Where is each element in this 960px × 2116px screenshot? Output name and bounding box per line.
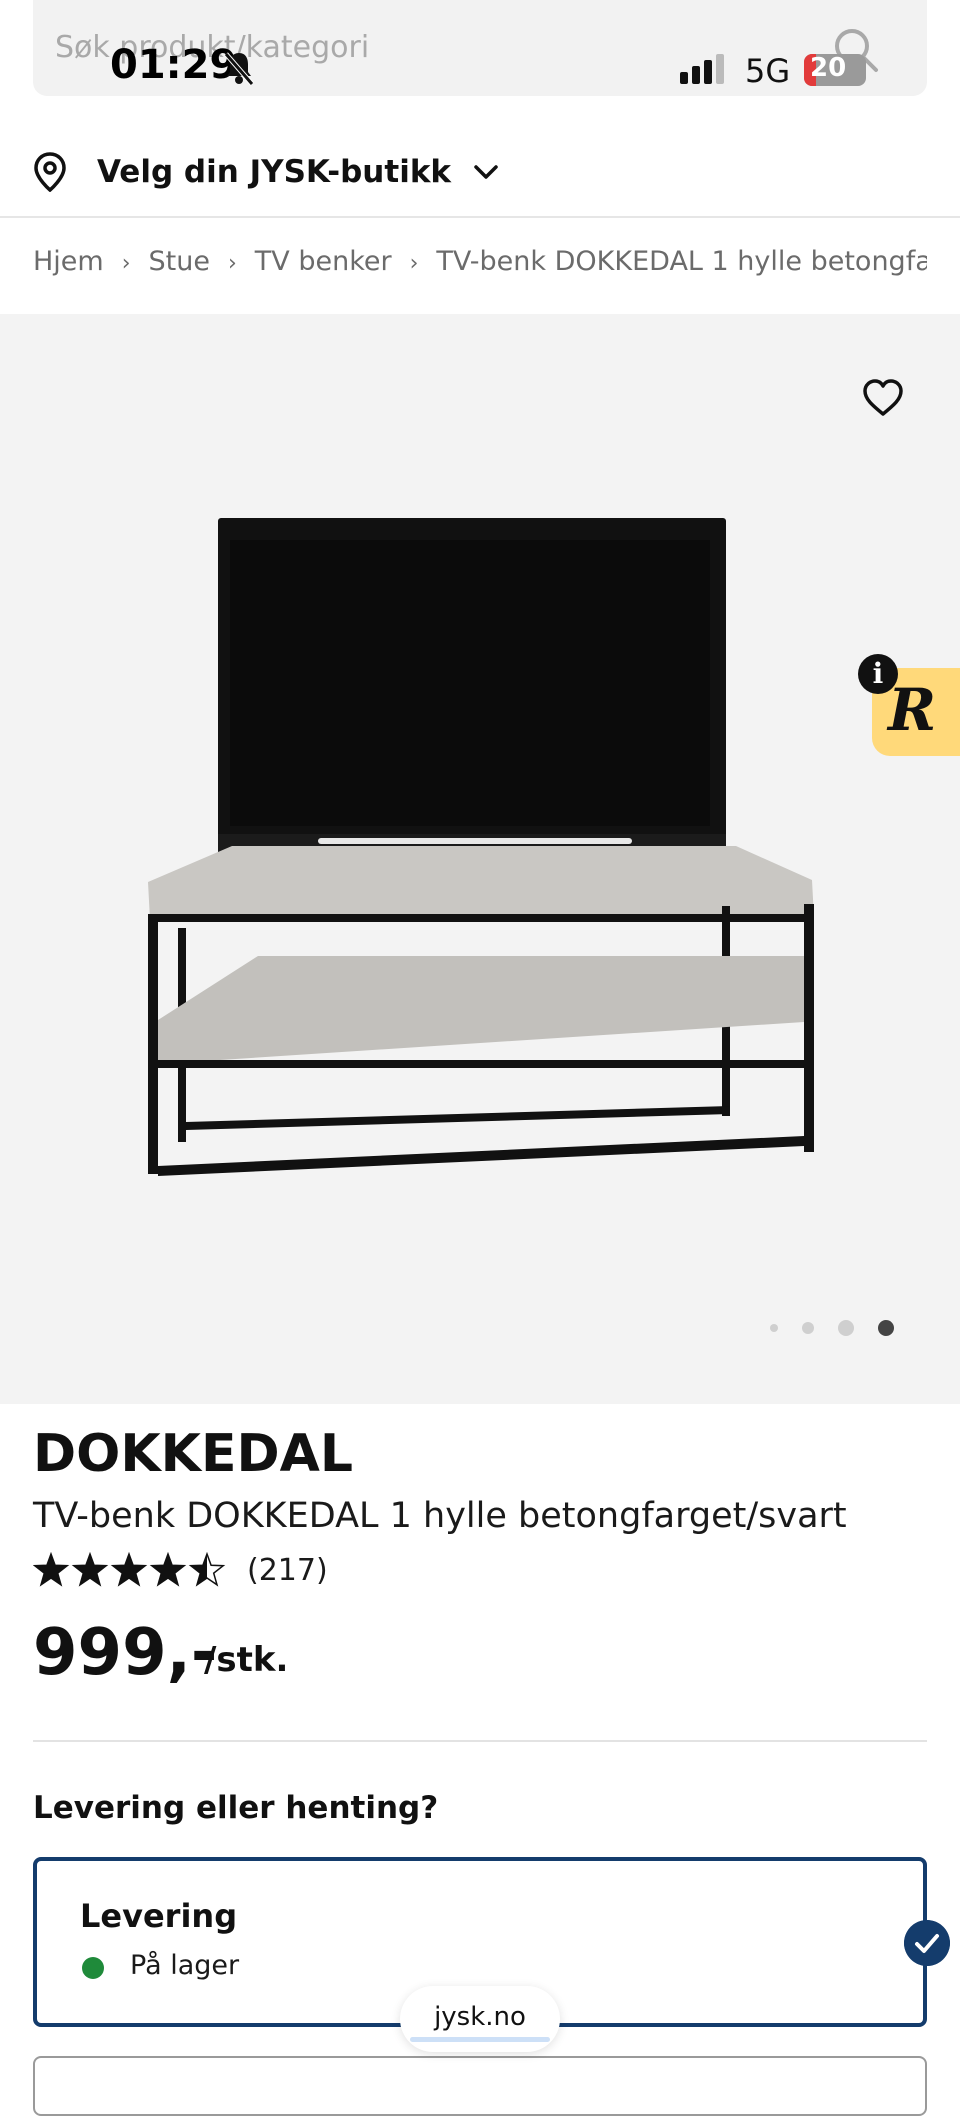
breadcrumb-item-tv-benches[interactable]: TV benker <box>255 246 392 277</box>
section-divider <box>33 1740 927 1742</box>
star-icon <box>71 1552 109 1587</box>
product-price: 999,- <box>33 1616 218 1690</box>
store-selector[interactable]: Velg din JYSK-butikk <box>33 150 499 194</box>
browser-address-pill[interactable]: jysk.no <box>400 1986 560 2052</box>
product-brand: DOKKEDAL <box>33 1424 354 1484</box>
gallery-dot-active[interactable] <box>878 1320 894 1336</box>
review-count[interactable]: (217) <box>247 1553 328 1588</box>
rating-stars <box>33 1552 226 1587</box>
breadcrumb-item-living-room[interactable]: Stue <box>149 246 210 277</box>
page-load-progress <box>410 2037 550 2042</box>
signal-icon <box>680 54 728 84</box>
info-icon[interactable]: i <box>858 654 898 694</box>
breadcrumb-separator-icon: › <box>121 251 131 276</box>
product-image <box>148 518 814 1176</box>
location-pin-icon <box>34 152 66 192</box>
gallery-dot[interactable] <box>770 1324 778 1332</box>
network-type: 5G <box>745 52 791 90</box>
breadcrumb-item-home[interactable]: Hjem <box>33 246 104 277</box>
status-time: 01:29 <box>110 42 238 88</box>
breadcrumb-separator-icon: › <box>227 251 237 276</box>
header-divider <box>0 216 960 218</box>
delivery-option-title: Levering <box>80 1897 238 1935</box>
gallery-dot[interactable] <box>802 1322 814 1334</box>
reviews-r-logo-icon: R <box>888 676 937 744</box>
in-stock-indicator-icon <box>82 1957 104 1979</box>
chevron-down-icon <box>474 165 498 179</box>
stock-status: På lager <box>130 1950 240 1981</box>
breadcrumb: Hjem › Stue › TV benker › TV-benk DOKKEDAL 1 h… <box>33 246 927 277</box>
bell-muted-icon <box>224 52 254 86</box>
product-image-gallery[interactable] <box>0 314 960 1404</box>
delivery-heading: Levering eller henting? <box>33 1790 439 1826</box>
star-icon <box>149 1552 187 1587</box>
product-rating[interactable]: (217) <box>33 1552 328 1588</box>
pickup-option-card[interactable] <box>33 2056 927 2116</box>
product-title: TV-benk DOKKEDAL 1 hylle betongfarget/sv… <box>33 1496 847 1536</box>
star-icon <box>110 1552 148 1587</box>
battery-level: 20 <box>810 54 847 83</box>
breadcrumb-separator-icon: › <box>409 251 419 276</box>
breadcrumb-item-current: TV-benk DOKKEDAL 1 hylle betongfarget/sv… <box>436 246 927 277</box>
checkmark-icon <box>904 1920 950 1966</box>
battery-icon: 20 <box>804 54 866 86</box>
star-icon <box>33 1552 70 1587</box>
store-selector-label: Velg din JYSK-butikk <box>97 154 452 190</box>
favorite-heart-icon[interactable] <box>862 378 904 418</box>
gallery-pagination[interactable] <box>770 1320 918 1336</box>
price-unit: /stk. <box>204 1640 289 1680</box>
gallery-dot[interactable] <box>838 1320 854 1336</box>
star-icon <box>188 1552 226 1587</box>
